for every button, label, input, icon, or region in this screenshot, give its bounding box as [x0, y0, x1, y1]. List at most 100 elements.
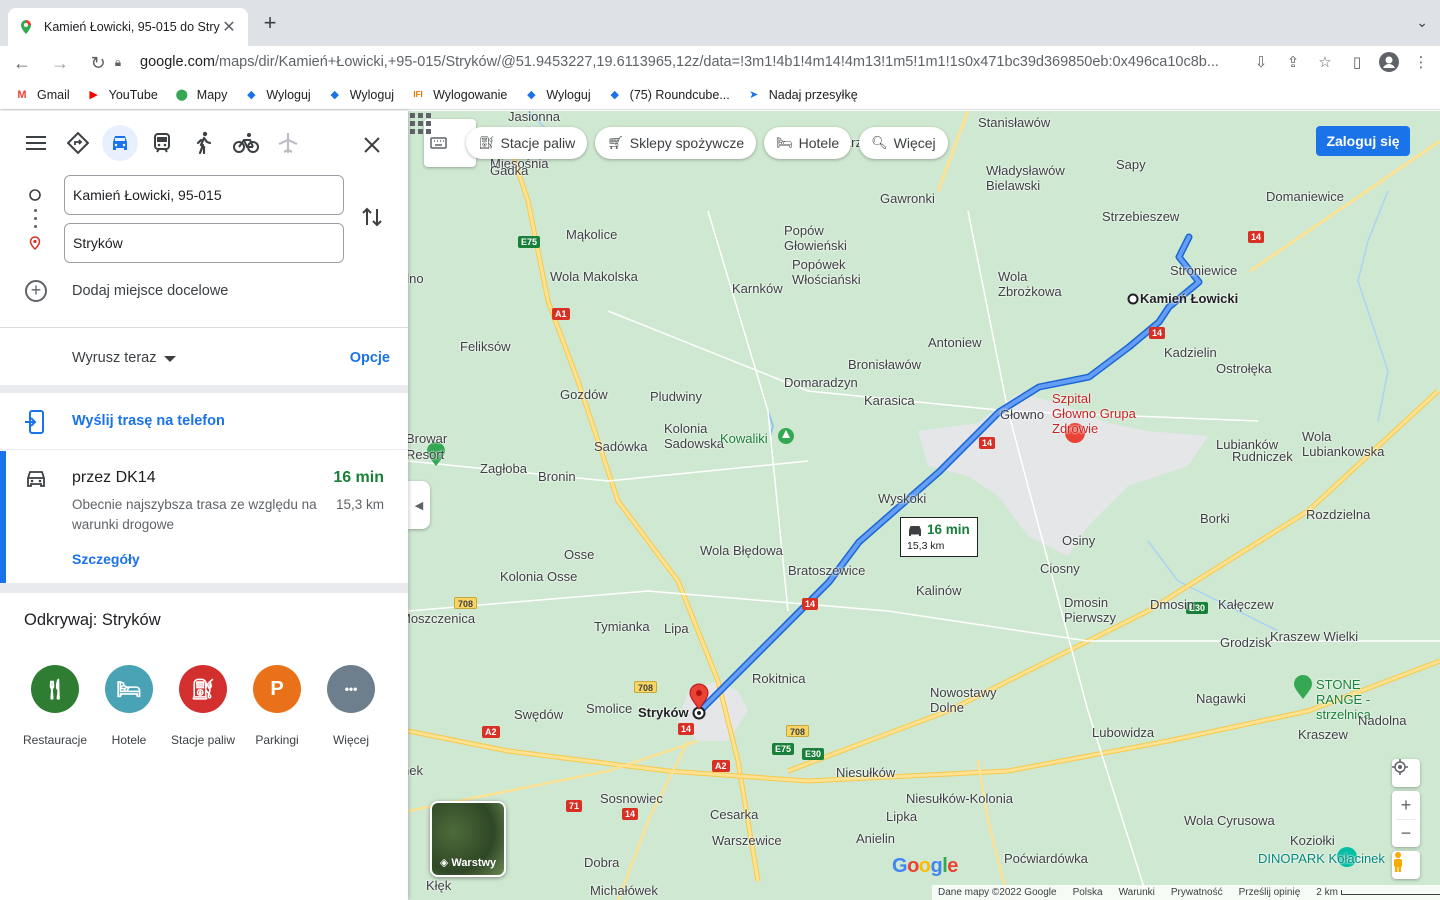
map-place-label[interactable]: Warszewice — [712, 833, 782, 848]
explore-category-more[interactable]: ••• Więcej — [314, 665, 388, 747]
map-place-label[interactable]: Domaradzyn — [784, 375, 858, 390]
map-place-label[interactable]: Grodzisk — [1220, 635, 1271, 650]
cycling-mode-icon[interactable] — [228, 125, 264, 161]
map-place-label[interactable]: Niesułków — [836, 765, 895, 780]
map-place-label[interactable]: Karasica — [864, 393, 915, 408]
map-place-label[interactable]: Kowaliki — [720, 431, 768, 446]
scale-bar[interactable]: 2 km — [1316, 887, 1440, 898]
map-place-label[interactable]: Wola Błędowa — [700, 543, 783, 558]
map-place-label[interactable]: DINOPARK Kołacinek — [1258, 851, 1385, 866]
map-place-label[interactable]: Wola Makolska — [550, 269, 642, 284]
add-destination-button[interactable]: + Dodaj miejsce docelowe — [0, 275, 408, 307]
map-place-label[interactable]: Tymianka — [594, 619, 650, 634]
map-place-label[interactable]: Popówek Włościański — [792, 257, 884, 287]
map-place-label[interactable]: Kraszew Wielki — [1270, 629, 1362, 644]
map-place-label[interactable]: Mąkolice — [566, 227, 617, 242]
map-place-label[interactable]: Kamień Łowicki — [1140, 291, 1238, 306]
map-place-label[interactable]: Pludwiny — [650, 389, 702, 404]
swap-waypoints-icon[interactable] — [358, 203, 386, 231]
attribution-terms[interactable]: Warunki — [1119, 887, 1155, 898]
explore-category-bed[interactable]: 🛏︎ Hotele — [92, 665, 166, 747]
new-tab-button[interactable]: + — [258, 12, 282, 36]
map-place-label[interactable]: Stryków — [638, 705, 689, 720]
layers-button[interactable]: ◈ Warstwy — [430, 801, 506, 877]
attribution-region[interactable]: Polska — [1073, 887, 1103, 898]
map-place-label[interactable]: Osse — [564, 547, 594, 562]
map-place-label[interactable]: Szpital Głowno Grupa Zdrowie — [1052, 391, 1138, 436]
map-place-label[interactable]: Cesarka — [710, 807, 758, 822]
transit-mode-icon[interactable] — [144, 125, 180, 161]
map-place-label[interactable]: Smolice — [586, 701, 632, 716]
route-time-callout[interactable]: 16 min 15,3 km — [900, 517, 978, 557]
map-place-label[interactable]: Nadolna — [1358, 713, 1406, 728]
map-place-label[interactable]: Rudniczek — [1232, 449, 1293, 464]
map-place-label[interactable]: Wola Cyrusowa — [1184, 813, 1276, 828]
active-tab[interactable]: Kamień Łowicki, 95-015 do Stryków ✕ — [8, 8, 248, 46]
map-place-label[interactable]: Rokitnica — [752, 671, 805, 686]
address-bar[interactable]: 🔒︎ google.com/maps/dir/Kamień+Łowicki,+9… — [110, 48, 1234, 76]
map-place-label[interactable]: Stroniewice — [1170, 263, 1237, 278]
origin-input[interactable]: Kamień Łowicki, 95-015 — [64, 175, 344, 215]
map-place-label[interactable]: Władysławów Bielawski — [986, 163, 1078, 193]
map-place-label[interactable]: Głowno — [1000, 407, 1044, 422]
destination-input[interactable]: Stryków — [64, 223, 344, 263]
map-place-label[interactable]: Bronisławów — [848, 357, 921, 372]
map-place-label[interactable]: wilno — [408, 271, 424, 286]
install-app-icon[interactable]: ⇩ — [1250, 50, 1272, 74]
explore-category-fuel[interactable]: ⛽︎ Stacje paliw — [166, 665, 240, 747]
bookmark-item[interactable]: M Gmail — [14, 87, 69, 103]
map-place-label[interactable]: Borki — [1200, 511, 1230, 526]
chip-more[interactable]: 🔍︎ Więcej — [859, 127, 948, 159]
send-to-phone-row[interactable]: Wyślij trasę na telefon — [0, 394, 408, 450]
map-place-label[interactable]: Wola Zbrożkowa — [998, 269, 1090, 299]
bookmark-item[interactable]: ▶ YouTube — [86, 87, 157, 103]
share-icon[interactable]: ⇪ — [1282, 50, 1304, 74]
bookmark-item[interactable]: ◆ Wyloguj — [327, 87, 394, 103]
map-place-label[interactable]: Kłęk — [426, 878, 451, 893]
forward-button[interactable]: → — [44, 49, 76, 77]
map-place-label[interactable]: Sadówka — [594, 439, 647, 454]
map-place-label[interactable]: Kałęczew — [1218, 597, 1274, 612]
bookmark-item[interactable]: IFI Wylogowanie — [410, 87, 507, 103]
map-place-label[interactable]: Kalinów — [916, 583, 962, 598]
map-place-label[interactable]: Kraszew — [1298, 727, 1348, 742]
map-place-label[interactable]: Antoniew — [928, 335, 981, 350]
attribution-data[interactable]: Dane mapy ©2022 Google — [938, 887, 1057, 898]
map-place-label[interactable]: nek — [408, 763, 423, 778]
map-place-label[interactable]: Niesułków-Kolonia — [906, 791, 1013, 806]
street-view-pegman[interactable] — [1392, 851, 1420, 879]
map-place-label[interactable]: Moszczenica — [408, 611, 475, 626]
chip-gas-stations[interactable]: ⛽︎ Stacje paliw — [466, 127, 588, 159]
map-place-label[interactable]: Lipka — [886, 809, 917, 824]
tab-search-chevron-icon[interactable]: ⌄ — [1416, 14, 1428, 31]
zoom-out-button[interactable]: − — [1396, 819, 1416, 847]
close-directions-icon[interactable] — [354, 127, 390, 163]
browser-menu-icon[interactable]: ⋮ — [1410, 50, 1432, 74]
google-apps-icon[interactable] — [408, 111, 432, 135]
bookmark-star-icon[interactable]: ☆ — [1314, 50, 1336, 74]
map-place-label[interactable]: Bronin — [538, 469, 576, 484]
map-place-label[interactable]: Browar — [408, 431, 447, 446]
map-place-label[interactable]: Lubowidza — [1092, 725, 1154, 740]
map-place-label[interactable]: Popów Głowieński — [784, 223, 876, 253]
options-button[interactable]: Opcje — [350, 350, 390, 366]
my-location-button[interactable] — [1392, 759, 1420, 787]
map-place-label[interactable]: Anielin — [856, 831, 895, 846]
map-place-label[interactable]: Domaniewice — [1266, 189, 1344, 204]
map-place-label[interactable]: Poćwiardówka — [1004, 851, 1088, 866]
map-place-label[interactable]: Dobra — [584, 855, 619, 870]
explore-category-parking[interactable]: P Parkingi — [240, 665, 314, 747]
map-place-label[interactable]: Sapy — [1116, 157, 1146, 172]
zoom-in-button[interactable]: + — [1401, 791, 1412, 819]
map-place-label[interactable]: Kadzielin — [1164, 345, 1217, 360]
bookmark-item[interactable]: ⬤ Mapy — [174, 87, 228, 103]
best-route-mode-icon[interactable] — [60, 125, 96, 161]
map-place-label[interactable]: Dmosin — [1150, 597, 1194, 612]
map-place-label[interactable]: Dmosin Pierwszy — [1064, 595, 1156, 625]
bookmark-item[interactable]: ◆ Wyloguj — [523, 87, 591, 103]
attribution-feedback[interactable]: Prześlij opinię — [1239, 887, 1301, 898]
map-place-label[interactable]: Zagłoba — [480, 461, 527, 476]
map-place-label[interactable]: Kolonia Osse — [500, 569, 577, 584]
map-place-label[interactable]: Stanisławów — [978, 115, 1050, 130]
map-place-label[interactable]: Resort — [408, 447, 444, 462]
